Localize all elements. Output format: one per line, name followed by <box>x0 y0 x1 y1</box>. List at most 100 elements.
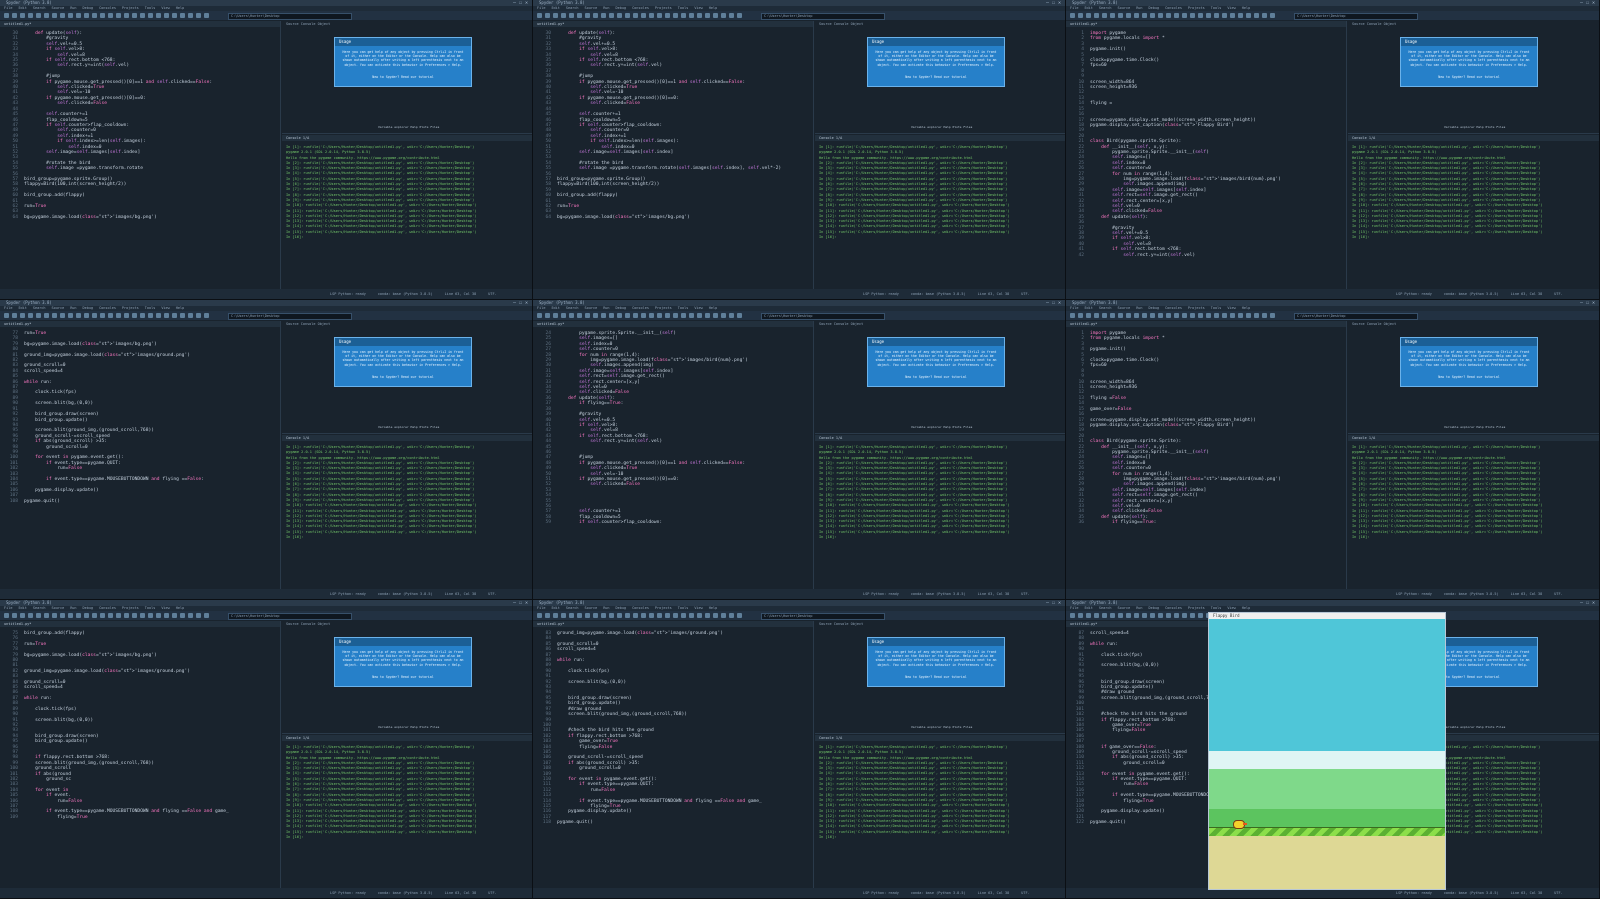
menu-item[interactable]: Source <box>52 6 65 10</box>
toolbar-button-icon[interactable] <box>52 313 57 318</box>
toolbar-button-icon[interactable] <box>561 13 566 18</box>
toolbar-button-icon[interactable] <box>164 313 169 318</box>
toolbar-button-icon[interactable] <box>625 13 630 18</box>
menu-item[interactable]: Run <box>70 6 76 10</box>
toolbar-button-icon[interactable] <box>1110 613 1115 618</box>
toolbar-button-icon[interactable] <box>1094 313 1099 318</box>
toolbar-button-icon[interactable] <box>92 313 97 318</box>
toolbar-button-icon[interactable] <box>1270 13 1275 18</box>
toolbar-button-icon[interactable] <box>1078 313 1083 318</box>
toolbar-button-icon[interactable] <box>1182 313 1187 318</box>
menu-item[interactable]: View <box>1227 306 1235 310</box>
toolbar-button-icon[interactable] <box>60 613 65 618</box>
toolbar-button-icon[interactable] <box>609 313 614 318</box>
menu-item[interactable]: Edit <box>1084 606 1092 610</box>
toolbar-button-icon[interactable] <box>1246 13 1251 18</box>
menu-item[interactable]: Projects <box>655 306 672 310</box>
toolbar-button-icon[interactable] <box>1262 13 1267 18</box>
menu-item[interactable]: Help <box>1242 306 1250 310</box>
pane-switcher[interactable]: Variable explorer Help Plots Files <box>378 725 439 729</box>
toolbar-button-icon[interactable] <box>537 313 542 318</box>
tutorial-link[interactable]: New to Spyder? Read our tutorial <box>335 71 471 83</box>
editor-pane[interactable]: untitled1.py* 1 2 3 4 5 6 7 8 9 10 11 12… <box>1066 21 1347 289</box>
toolbar-button-icon[interactable] <box>1102 613 1107 618</box>
help-tabs[interactable]: Source Console Object <box>282 621 532 627</box>
menu-item[interactable]: Search <box>33 606 46 610</box>
toolbar-button-icon[interactable] <box>561 613 566 618</box>
toolbar-button-icon[interactable] <box>1198 613 1203 618</box>
code-area[interactable]: run=True bg=pygame.image.load(class="st"… <box>24 331 274 589</box>
toolbar-button-icon[interactable] <box>36 613 41 618</box>
menu-item[interactable]: Help <box>1242 606 1250 610</box>
menu-item[interactable]: Tools <box>1211 306 1222 310</box>
toolbar-button-icon[interactable] <box>1182 13 1187 18</box>
menu-item[interactable]: Tools <box>145 6 156 10</box>
menu-item[interactable]: Help <box>709 6 717 10</box>
toolbar-button-icon[interactable] <box>673 313 678 318</box>
menu-item[interactable]: Projects <box>122 306 139 310</box>
menu-item[interactable]: File <box>4 6 12 10</box>
toolbar-button-icon[interactable] <box>148 13 153 18</box>
working-directory-field[interactable]: C:\Users\Hunter\Desktop <box>1294 313 1418 320</box>
toolbar-button-icon[interactable] <box>1078 613 1083 618</box>
editor-tab[interactable]: untitled1.py* <box>1066 21 1346 27</box>
flappy-bird-game-window[interactable]: Flappy Bird <box>1208 612 1446 890</box>
toolbar-button-icon[interactable] <box>1126 13 1131 18</box>
toolbar-button-icon[interactable] <box>585 13 590 18</box>
toolbar-button-icon[interactable] <box>649 13 654 18</box>
toolbar-button-icon[interactable] <box>609 613 614 618</box>
toolbar-button-icon[interactable] <box>92 13 97 18</box>
toolbar-button-icon[interactable] <box>156 313 161 318</box>
menu-item[interactable]: View <box>1227 6 1235 10</box>
menu-item[interactable]: Projects <box>1188 306 1205 310</box>
menu-item[interactable]: Tools <box>145 306 156 310</box>
toolbar-button-icon[interactable] <box>1134 13 1139 18</box>
toolbar-button-icon[interactable] <box>124 613 129 618</box>
menu-item[interactable]: View <box>1227 606 1235 610</box>
toolbar-button-icon[interactable] <box>713 313 718 318</box>
toolbar-button-icon[interactable] <box>681 613 686 618</box>
toolbar-button-icon[interactable] <box>164 613 169 618</box>
toolbar-button-icon[interactable] <box>204 613 209 618</box>
menu-item[interactable]: Consoles <box>99 306 116 310</box>
toolbar-button-icon[interactable] <box>1126 613 1131 618</box>
toolbar-button-icon[interactable] <box>545 313 550 318</box>
toolbar-button-icon[interactable] <box>124 313 129 318</box>
toolbar-button-icon[interactable] <box>633 13 638 18</box>
toolbar-button-icon[interactable] <box>116 313 121 318</box>
toolbar-button-icon[interactable] <box>100 613 105 618</box>
ipython-console[interactable]: Console 1/A In [1]: runfile('C:/Users/Hu… <box>282 735 532 888</box>
menu-item[interactable]: Debug <box>1149 306 1160 310</box>
editor-tab[interactable]: untitled1.py* <box>533 621 813 627</box>
working-directory-field[interactable]: C:\Users\Hunter\Desktop <box>761 613 885 620</box>
toolbar-button-icon[interactable] <box>76 613 81 618</box>
menu-item[interactable]: File <box>537 306 545 310</box>
menu-item[interactable]: Consoles <box>99 6 116 10</box>
toolbar-button-icon[interactable] <box>1166 13 1171 18</box>
menu-item[interactable]: Search <box>566 6 579 10</box>
menu-item[interactable]: Projects <box>122 6 139 10</box>
toolbar-button-icon[interactable] <box>625 313 630 318</box>
menu-item[interactable]: Tools <box>1211 606 1222 610</box>
toolbar-button-icon[interactable] <box>617 13 622 18</box>
menu-item[interactable]: Help <box>709 306 717 310</box>
toolbar-button-icon[interactable] <box>116 613 121 618</box>
toolbar-button-icon[interactable] <box>12 313 17 318</box>
toolbar-button-icon[interactable] <box>188 613 193 618</box>
pane-switcher[interactable]: Variable explorer Help Plots Files <box>1444 425 1505 429</box>
toolbar-button-icon[interactable] <box>633 313 638 318</box>
toolbar-button-icon[interactable] <box>721 313 726 318</box>
menu-item[interactable]: Projects <box>655 6 672 10</box>
toolbar-button-icon[interactable] <box>60 313 65 318</box>
menu-item[interactable]: Search <box>33 6 46 10</box>
toolbar-button-icon[interactable] <box>140 613 145 618</box>
pane-switcher[interactable]: Variable explorer Help Plots Files <box>378 425 439 429</box>
toolbar-button-icon[interactable] <box>172 613 177 618</box>
code-area[interactable]: def update(self): #gravity self.vel+=0.5… <box>24 31 274 289</box>
menu-item[interactable]: Run <box>603 6 609 10</box>
editor-pane[interactable]: untitled1.py* 30 31 32 33 34 35 36 37 38… <box>0 21 281 289</box>
toolbar-button-icon[interactable] <box>84 313 89 318</box>
toolbar-button-icon[interactable] <box>92 613 97 618</box>
menu-item[interactable]: View <box>161 6 169 10</box>
menu-item[interactable]: Consoles <box>632 306 649 310</box>
